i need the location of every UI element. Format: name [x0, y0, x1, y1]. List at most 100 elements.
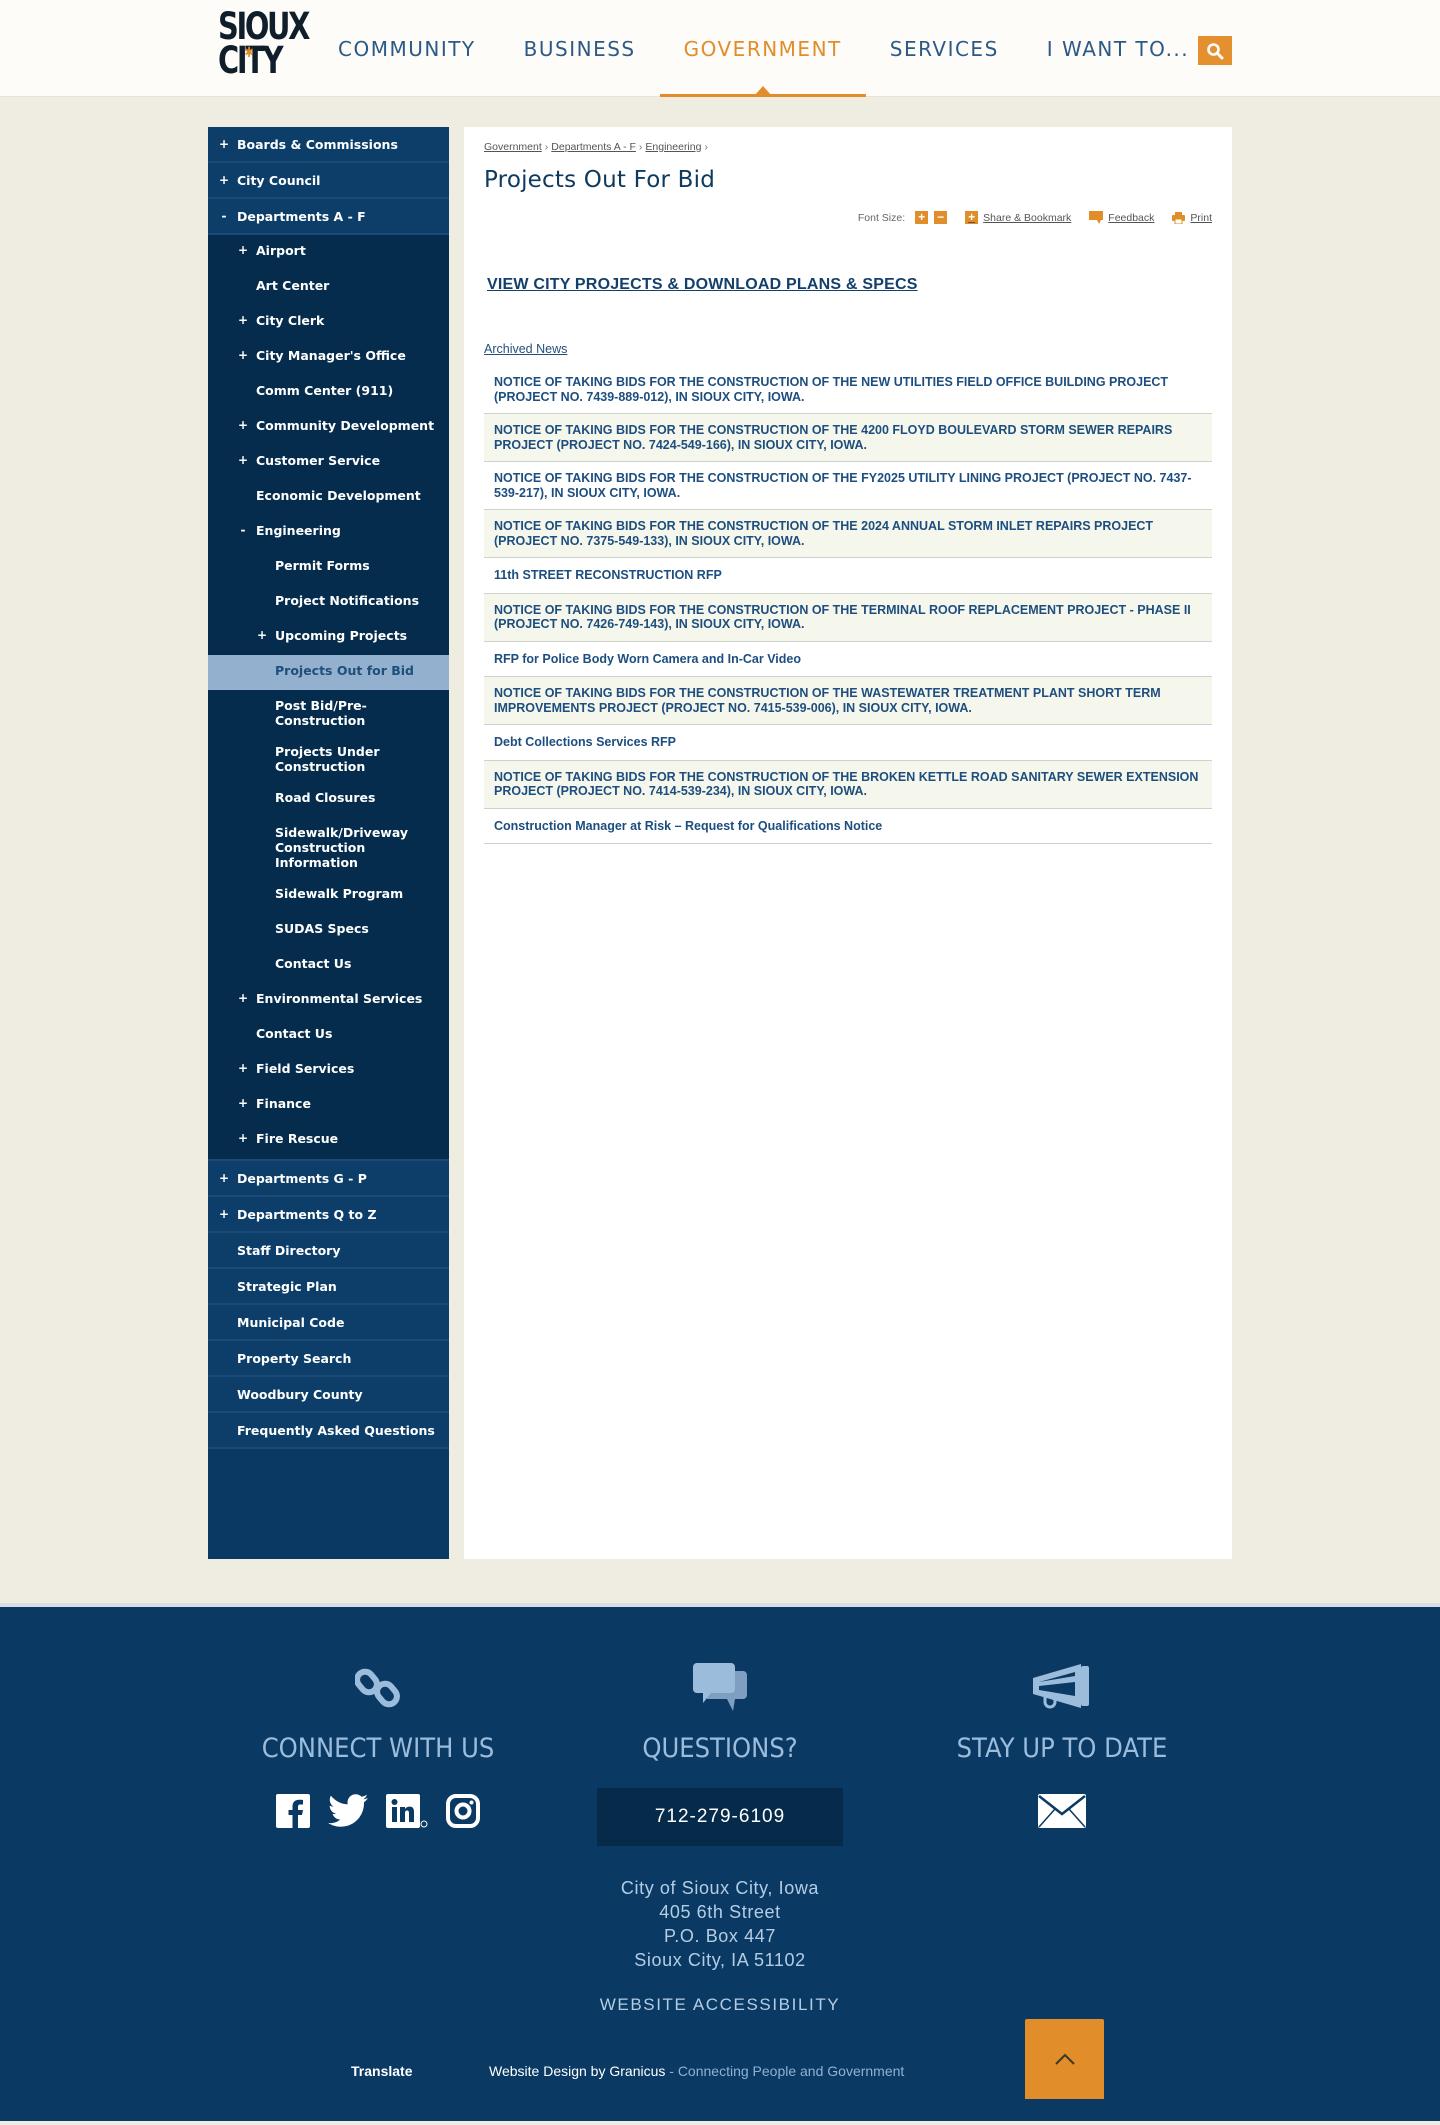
news-item[interactable]: Construction Manager at Risk – Request f… [484, 809, 1212, 844]
sidebar-item-upcoming-projects[interactable]: + Upcoming Projects [208, 620, 449, 655]
nav-government[interactable]: GOVERNMENT [659, 0, 866, 97]
sidebar-item-projects-under-construction[interactable]: Projects Under Construction [208, 736, 449, 782]
expand-plus-icon[interactable]: + [218, 173, 230, 187]
linkedin-link[interactable] [386, 1794, 428, 1828]
sidebar-item-city-council[interactable]: + City Council [208, 163, 449, 199]
website-accessibility-link[interactable]: WEBSITE ACCESSIBILITY [0, 1995, 1440, 2015]
expand-plus-icon[interactable]: + [237, 1061, 249, 1076]
expand-plus-icon[interactable]: + [237, 453, 249, 468]
sidebar-item-field-services[interactable]: + Field Services [208, 1053, 449, 1088]
footer-bottom-bar: Translate Website Design by Granicus - C… [0, 2019, 1440, 2121]
expand-plus-icon[interactable]: + [237, 991, 249, 1006]
sidebar-item-environmental-services[interactable]: + Environmental Services [208, 983, 449, 1018]
sidebar-item-contact-us[interactable]: Contact Us [208, 948, 449, 983]
sidebar-item-label: Upcoming Projects [275, 628, 408, 643]
collapse-minus-icon[interactable]: - [237, 523, 249, 538]
credit-tagline: - Connecting People and Government [665, 2063, 905, 2079]
breadcrumb-departments-a-f[interactable]: Departments A - F [551, 141, 636, 153]
sidebar-item-sidewalk-driveway-construction-information[interactable]: Sidewalk/Driveway Construction Informati… [208, 817, 449, 878]
back-to-top-button[interactable] [1025, 2019, 1104, 2099]
sidebar-item-airport[interactable]: + Airport [208, 235, 449, 270]
expand-plus-icon[interactable]: + [256, 628, 268, 643]
sidebar-item-boards-commissions[interactable]: + Boards & Commissions [208, 127, 449, 163]
archived-news-link[interactable]: Archived News [484, 342, 1212, 356]
sidebar-item-permit-forms[interactable]: Permit Forms [208, 550, 449, 585]
expand-plus-icon[interactable]: + [237, 418, 249, 433]
news-item[interactable]: NOTICE OF TAKING BIDS FOR THE CONSTRUCTI… [484, 510, 1212, 558]
sidebar-item-fire-rescue[interactable]: + Fire Rescue [208, 1123, 449, 1158]
share-bookmark-link[interactable]: + Share & Bookmark [965, 211, 1071, 224]
news-item[interactable]: NOTICE OF TAKING BIDS FOR THE CONSTRUCTI… [484, 462, 1212, 510]
sidebar-item-sidewalk-program[interactable]: Sidewalk Program [208, 878, 449, 913]
sidebar-item-finance[interactable]: + Finance [208, 1088, 449, 1123]
facebook-link[interactable] [276, 1794, 310, 1828]
sioux-city-logo[interactable]: SIOUX ✱ CITY [218, 8, 310, 84]
sidebar-item-label: Departments G - P [237, 1170, 367, 1186]
view-city-projects-link[interactable]: VIEW CITY PROJECTS & DOWNLOAD PLANS & SP… [487, 276, 918, 294]
twitter-icon [328, 1794, 368, 1827]
sidebar-item-label: Contact Us [275, 956, 352, 971]
sidebar-item-staff-directory[interactable]: Staff Directory [208, 1233, 449, 1269]
sidebar-item-post-bid-pre-construction[interactable]: Post Bid/Pre-Construction [208, 690, 449, 736]
font-increase-button[interactable]: + [915, 211, 929, 224]
sidebar-item-city-clerk[interactable]: + City Clerk [208, 305, 449, 340]
news-item[interactable]: NOTICE OF TAKING BIDS FOR THE CONSTRUCTI… [484, 677, 1212, 725]
sidebar-item-project-notifications[interactable]: Project Notifications [208, 585, 449, 620]
sidebar-item-property-search[interactable]: Property Search [208, 1341, 449, 1377]
sidebar-item-economic-development[interactable]: Economic Development [208, 480, 449, 515]
expand-plus-icon[interactable]: + [237, 348, 249, 363]
sidebar-item-strategic-plan[interactable]: Strategic Plan [208, 1269, 449, 1305]
expand-plus-icon[interactable]: + [218, 1207, 230, 1221]
breadcrumb-engineering[interactable]: Engineering [645, 141, 701, 153]
sidebar-item-frequently-asked-questions[interactable]: Frequently Asked Questions [208, 1413, 449, 1449]
translate-link[interactable]: Translate [351, 2063, 412, 2079]
expand-plus-icon[interactable]: + [237, 313, 249, 328]
nav-business[interactable]: BUSINESS [500, 0, 660, 97]
news-item[interactable]: NOTICE OF TAKING BIDS FOR THE CONSTRUCTI… [484, 593, 1212, 642]
feedback-bubble-icon [1089, 211, 1104, 224]
news-item[interactable]: NOTICE OF TAKING BIDS FOR THE CONSTRUCTI… [484, 366, 1212, 414]
megaphone-icon [1033, 1664, 1089, 1709]
sidebar-item-departments-g-p[interactable]: + Departments G - P [208, 1161, 449, 1197]
sidebar-item-road-closures[interactable]: Road Closures [208, 782, 449, 817]
sidebar-item-label: Road Closures [275, 790, 376, 805]
sidebar-item-comm-center-911[interactable]: Comm Center (911) [208, 375, 449, 410]
breadcrumb-government[interactable]: Government [484, 141, 542, 153]
collapse-minus-icon[interactable]: - [218, 209, 230, 223]
news-item[interactable]: RFP for Police Body Worn Camera and In-C… [484, 642, 1212, 677]
sidebar-item-community-development[interactable]: + Community Development [208, 410, 449, 445]
linkedin-icon [386, 1794, 428, 1828]
sidebar-item-departments-a-f[interactable]: - Departments A - F [208, 199, 449, 235]
feedback-link[interactable]: Feedback [1089, 211, 1154, 224]
sidebar-item-departments-q-to-z[interactable]: + Departments Q to Z [208, 1197, 449, 1233]
nav-i-want-to[interactable]: I WANT TO... [1023, 0, 1213, 97]
sidebar-item-woodbury-county[interactable]: Woodbury County [208, 1377, 449, 1413]
news-item[interactable]: Debt Collections Services RFP [484, 725, 1212, 761]
email-signup-button[interactable] [1038, 1794, 1086, 1828]
sidebar-item-municipal-code[interactable]: Municipal Code [208, 1305, 449, 1341]
search-button[interactable] [1198, 36, 1232, 65]
sidebar-item-city-manager-s-office[interactable]: + City Manager's Office [208, 340, 449, 375]
instagram-link[interactable] [446, 1794, 480, 1828]
expand-plus-icon[interactable]: + [237, 243, 249, 258]
sidebar-item-projects-out-for-bid[interactable]: Projects Out for Bid [208, 655, 449, 690]
news-item[interactable]: NOTICE OF TAKING BIDS FOR THE CONSTRUCTI… [484, 414, 1212, 462]
news-item[interactable]: 11th STREET RECONSTRUCTION RFP [484, 558, 1212, 594]
nav-services[interactable]: SERVICES [866, 0, 1023, 97]
expand-plus-icon[interactable]: + [218, 1171, 230, 1185]
sidebar-item-contact-us[interactable]: Contact Us [208, 1018, 449, 1053]
sidebar-item-customer-service[interactable]: + Customer Service [208, 445, 449, 480]
nav-community[interactable]: COMMUNITY [314, 0, 500, 97]
phone-number-button[interactable]: 712-279-6109 [597, 1788, 843, 1846]
expand-plus-icon[interactable]: + [237, 1096, 249, 1111]
expand-plus-icon[interactable]: + [218, 137, 230, 151]
sidebar-item-engineering[interactable]: - Engineering [208, 515, 449, 550]
sidebar-item-sudas-specs[interactable]: SUDAS Specs [208, 913, 449, 948]
expand-plus-icon[interactable]: + [237, 1131, 249, 1146]
twitter-link[interactable] [328, 1794, 368, 1828]
news-item[interactable]: NOTICE OF TAKING BIDS FOR THE CONSTRUCTI… [484, 760, 1212, 809]
print-link[interactable]: Print [1172, 211, 1212, 224]
granicus-link[interactable]: Website Design by Granicus [489, 2063, 665, 2079]
font-decrease-button[interactable]: − [934, 211, 948, 224]
sidebar-item-art-center[interactable]: Art Center [208, 270, 449, 305]
